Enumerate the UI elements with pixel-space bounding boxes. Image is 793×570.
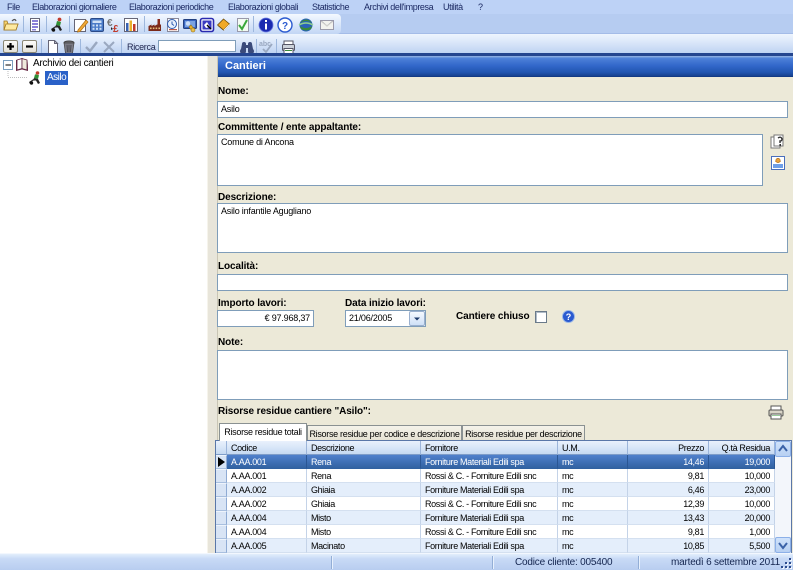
svg-text:£: £ — [113, 24, 119, 33]
svg-text:?: ? — [282, 21, 288, 32]
svg-text:?: ? — [566, 312, 572, 322]
